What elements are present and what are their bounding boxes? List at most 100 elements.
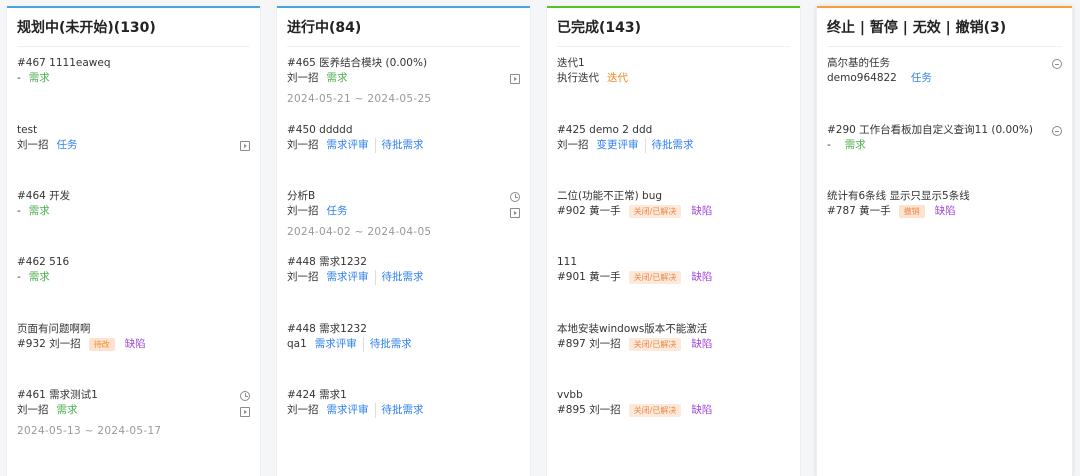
card-title: #448 需求1232	[287, 323, 367, 335]
card-meta: - 需求	[17, 71, 50, 86]
card-title: #290 工作台看板加自定义查询11 (0.00%)	[827, 124, 1033, 136]
card[interactable]: 本地安装windows版本不能激活 #897 刘一招 关闭/已解决 缺陷	[557, 322, 790, 352]
card-meta: demo964822 任务	[827, 71, 932, 86]
card-title: test	[17, 124, 38, 136]
card-title: #465 医养结合模块 (0.00%)	[287, 57, 428, 69]
card-title: 高尔基的任务	[827, 57, 890, 69]
card-meta: #897 刘一招 关闭/已解决 缺陷	[557, 337, 712, 352]
card[interactable]: 二位(功能不正常) bug #902 黄一手 关闭/已解决 缺陷	[557, 189, 790, 219]
minus-circle-icon[interactable]	[1052, 126, 1062, 136]
column-title: 终止 | 暂停 | 无效 | 撤销(3)	[827, 8, 1062, 47]
card-title: 二位(功能不正常) bug	[557, 190, 663, 202]
type-tag: 需求	[28, 271, 50, 283]
type-tag: 需求评审	[326, 139, 369, 151]
card[interactable]: #461 需求测试1 刘一招 需求 2024-05-13 ~ 2024-05-17	[17, 388, 250, 440]
open-icon[interactable]	[240, 407, 250, 417]
card-meta: 刘一招 需求评审 待批需求	[287, 403, 424, 418]
card-owner: #787 黄一手	[827, 205, 891, 217]
type-tag: 需求评审	[326, 404, 369, 416]
status-badge: 撤销	[898, 205, 925, 218]
type-tag: 缺陷	[691, 404, 713, 416]
card-owner: -	[17, 72, 21, 84]
card-meta: - 需求	[17, 204, 50, 219]
column-in-progress: 进行中(84) #465 医养结合模块 (0.00%) 刘一招 需求 2024-0…	[276, 6, 531, 476]
card[interactable]: 高尔基的任务 demo964822 任务	[827, 56, 1062, 86]
type-tag: 任务	[910, 72, 932, 84]
type-tag: 需求评审	[314, 338, 357, 350]
card[interactable]: 统计有6条线 显示只显示5条线 #787 黄一手 撤销 缺陷	[827, 189, 1062, 219]
type-tag: 需求	[326, 72, 348, 84]
clock-icon	[240, 391, 250, 401]
type-tag: 缺陷	[691, 205, 713, 217]
card[interactable]: #424 需求1 刘一招 需求评审 待批需求	[287, 388, 520, 418]
card[interactable]: vvbb #895 刘一招 关闭/已解决 缺陷	[557, 388, 790, 418]
status-badge: 关闭/已解决	[628, 205, 682, 218]
card[interactable]: #462 516 - 需求	[17, 255, 250, 285]
card-title: 111	[557, 256, 578, 268]
card-meta: #902 黄一手 关闭/已解决 缺陷	[557, 204, 712, 219]
card[interactable]: test 刘一招 任务	[17, 123, 250, 153]
open-icon[interactable]	[240, 141, 250, 151]
column-planned: 规划中(未开始)(130) #467 1111eaweq - 需求 test 刘一…	[6, 6, 261, 476]
card-title: #425 demo 2 ddd	[557, 124, 653, 136]
card-owner: #902 黄一手	[557, 205, 621, 217]
card-title: 迭代1	[557, 57, 585, 69]
card-owner: -	[17, 271, 21, 283]
card-owner: 刘一招	[287, 205, 319, 217]
card-meta: 刘一招 变更评审 待批需求	[557, 138, 694, 153]
card-owner: #895 刘一招	[557, 404, 621, 416]
card[interactable]: #425 demo 2 ddd 刘一招 变更评审 待批需求	[557, 123, 790, 153]
card[interactable]: #467 1111eaweq - 需求	[17, 56, 250, 86]
date-range: 2024-05-13 ~ 2024-05-17	[17, 425, 162, 437]
card-owner: #901 黄一手	[557, 271, 621, 283]
card-title: 统计有6条线 显示只显示5条线	[827, 190, 970, 202]
card[interactable]: 页面有问题啊啊 #932 刘一招 待改 缺陷	[17, 322, 250, 352]
type-tag: 缺陷	[934, 205, 956, 217]
card[interactable]: #465 医养结合模块 (0.00%) 刘一招 需求 2024-05-21 ~ 2…	[287, 56, 520, 108]
type-tag: 缺陷	[124, 338, 146, 350]
card-meta: #895 刘一招 关闭/已解决 缺陷	[557, 403, 712, 418]
card-meta: qa1 需求评审 待批需求	[287, 337, 412, 352]
card-owner: 刘一招	[557, 139, 589, 151]
status-badge: 待改	[88, 338, 115, 351]
card-meta: 刘一招 任务	[17, 138, 78, 153]
card-owner: demo964822	[827, 72, 897, 84]
status-tag: 待批需求	[374, 403, 424, 418]
card-meta: 刘一招 需求评审 待批需求	[287, 138, 424, 153]
type-tag: 变更评审	[596, 139, 639, 151]
minus-circle-icon[interactable]	[1052, 59, 1062, 69]
card-owner: 刘一招	[287, 72, 319, 84]
card[interactable]: #464 开发 - 需求	[17, 189, 250, 219]
card-owner: qa1	[287, 338, 307, 350]
card-owner: 刘一招	[287, 404, 319, 416]
card[interactable]: 迭代1 执行迭代 迭代	[557, 56, 790, 86]
status-tag: 待批需求	[374, 138, 424, 153]
status-tag: 待批需求	[644, 138, 694, 153]
card-meta: 刘一招 任务	[287, 204, 348, 219]
card[interactable]: #290 工作台看板加自定义查询11 (0.00%) - 需求	[827, 123, 1062, 153]
card-title: #461 需求测试1	[17, 389, 98, 401]
status-badge: 关闭/已解决	[628, 271, 682, 284]
card[interactable]: 分析B 刘一招 任务 2024-04-02 ~ 2024-04-05	[287, 189, 520, 241]
type-tag: 缺陷	[691, 338, 713, 350]
card[interactable]: #448 需求1232 qa1 需求评审 待批需求	[287, 322, 520, 352]
card-owner: 刘一招	[17, 404, 49, 416]
open-icon[interactable]	[510, 74, 520, 84]
card-title: #450 ddddd	[287, 124, 353, 136]
card-meta: #787 黄一手 撤销 缺陷	[827, 204, 956, 219]
card[interactable]: #450 ddddd 刘一招 需求评审 待批需求	[287, 123, 520, 153]
date-range: 2024-05-21 ~ 2024-05-25	[287, 93, 432, 105]
column-title: 规划中(未开始)(130)	[17, 8, 250, 47]
type-tag: 需求评审	[326, 271, 369, 283]
status-badge: 关闭/已解决	[628, 338, 682, 351]
card-owner: 刘一招	[287, 271, 319, 283]
type-tag: 任务	[56, 139, 78, 151]
card[interactable]: #448 需求1232 刘一招 需求评审 待批需求	[287, 255, 520, 285]
card-title: 分析B	[287, 190, 316, 202]
type-tag: 需求	[28, 72, 50, 84]
column-stopped: 终止 | 暂停 | 无效 | 撤销(3) 高尔基的任务 demo964822 任务…	[816, 6, 1073, 476]
card[interactable]: 111 #901 黄一手 关闭/已解决 缺陷	[557, 255, 790, 285]
open-icon[interactable]	[510, 208, 520, 218]
card-owner: -	[17, 205, 21, 217]
card-title: #464 开发	[17, 190, 71, 202]
